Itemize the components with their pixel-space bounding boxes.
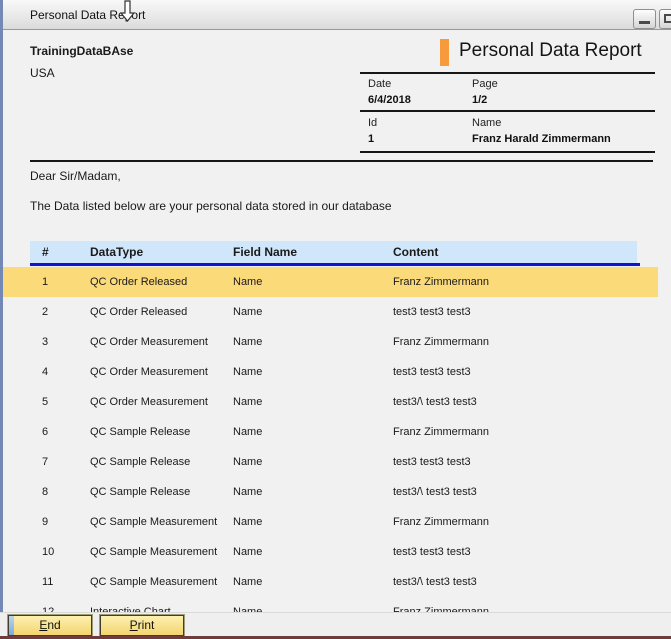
divider [360, 72, 655, 74]
cell-datatype: QC Sample Measurement [90, 537, 217, 567]
cell-fieldname: Name [233, 477, 262, 507]
cell-fieldname: Name [233, 447, 262, 477]
cell-fieldname: Name [233, 537, 262, 567]
cell-number: 3 [42, 327, 48, 357]
table-body: 1 QC Order Released Name Franz Zimmerman… [3, 267, 658, 612]
column-header-datatype: DataType [90, 245, 143, 259]
minimize-icon [639, 21, 650, 24]
print-button-label: P [130, 618, 138, 632]
cell-number: 2 [42, 297, 48, 327]
cell-content: test3/\ test3 test3 [393, 477, 477, 507]
table-row[interactable]: 8 QC Sample Release Name test3/\ test3 t… [3, 477, 658, 507]
cell-datatype: QC Order Released [90, 267, 187, 297]
table-row-selected[interactable]: 1 QC Order Released Name Franz Zimmerman… [3, 267, 658, 297]
cell-fieldname: Name [233, 387, 262, 417]
cell-datatype: QC Order Released [90, 297, 187, 327]
cell-content: test3 test3 test3 [393, 537, 471, 567]
cell-datatype: QC Sample Measurement [90, 567, 217, 597]
title-bar[interactable]: Personal Data Report [0, 0, 671, 30]
cell-number: 7 [42, 447, 48, 477]
cell-number: 5 [42, 387, 48, 417]
date-label: Date [368, 78, 391, 90]
cell-fieldname: Name [233, 597, 262, 612]
cell-fieldname: Name [233, 417, 262, 447]
cell-number: 6 [42, 417, 48, 447]
cell-content: Franz Zimmermann [393, 267, 489, 297]
salutation: Dear Sir/Madam, [30, 169, 121, 183]
cell-content: test3/\ test3 test3 [393, 567, 477, 597]
maximize-icon [664, 14, 671, 23]
minimize-button[interactable] [633, 9, 656, 29]
mouse-cursor-icon [120, 0, 136, 23]
end-button[interactable]: End [8, 615, 92, 636]
letter-body: The Data listed below are your personal … [30, 199, 392, 213]
cell-number: 9 [42, 507, 48, 537]
focus-indicator [9, 616, 14, 635]
cell-datatype: QC Sample Release [90, 477, 190, 507]
cell-datatype: QC Sample Release [90, 447, 190, 477]
table-header: # DataType Field Name Content [30, 241, 637, 263]
id-value: 1 [368, 133, 374, 145]
cell-datatype: QC Order Measurement [90, 327, 208, 357]
name-value: Franz Harald Zimmermann [472, 133, 611, 145]
page-value: 1/2 [472, 94, 487, 106]
cell-content: test3/\ test3 test3 [393, 387, 477, 417]
command-bar: End Print [0, 612, 671, 636]
table-row[interactable]: 3 QC Order Measurement Name Franz Zimmer… [3, 327, 658, 357]
cell-number: 11 [42, 567, 53, 597]
cell-fieldname: Name [233, 357, 262, 387]
column-header-number: # [42, 245, 49, 259]
cell-datatype: QC Sample Measurement [90, 507, 217, 537]
country-label: USA [30, 66, 55, 80]
cell-datatype: QC Order Measurement [90, 387, 208, 417]
table-row[interactable]: 10 QC Sample Measurement Name test3 test… [3, 537, 658, 567]
cell-fieldname: Name [233, 267, 262, 297]
cell-number: 10 [42, 537, 54, 567]
cell-content: test3 test3 test3 [393, 447, 471, 477]
table-header-underline [30, 263, 640, 266]
column-header-content: Content [393, 245, 438, 259]
cell-number: 8 [42, 477, 48, 507]
cell-fieldname: Name [233, 297, 262, 327]
cell-number: 12 [42, 597, 54, 612]
cell-datatype: QC Order Measurement [90, 357, 208, 387]
cell-fieldname: Name [233, 567, 262, 597]
cell-content: Franz Zimmermann [393, 417, 489, 447]
name-label: Name [472, 117, 501, 129]
table-row[interactable]: 2 QC Order Released Name test3 test3 tes… [3, 297, 658, 327]
cell-content: test3 test3 test3 [393, 297, 471, 327]
cell-number: 1 [42, 267, 48, 297]
company-name: TrainingDataBAse [30, 44, 133, 58]
cell-content: Franz Zimmermann [393, 597, 489, 612]
table-row[interactable]: 9 QC Sample Measurement Name Franz Zimme… [3, 507, 658, 537]
table-row[interactable]: 4 QC Order Measurement Name test3 test3 … [3, 357, 658, 387]
cell-datatype: Interactive Chart [90, 597, 171, 612]
cell-content: Franz Zimmermann [393, 507, 489, 537]
id-label: Id [368, 117, 377, 129]
cell-content: Franz Zimmermann [393, 327, 489, 357]
maximize-button[interactable] [659, 9, 671, 29]
table-row[interactable]: 5 QC Order Measurement Name test3/\ test… [3, 387, 658, 417]
cell-datatype: QC Sample Release [90, 417, 190, 447]
cell-fieldname: Name [233, 327, 262, 357]
column-header-fieldname: Field Name [233, 245, 297, 259]
divider [360, 110, 655, 112]
table-row[interactable]: 11 QC Sample Measurement Name test3/\ te… [3, 567, 658, 597]
table-row[interactable]: 6 QC Sample Release Name Franz Zimmerman… [3, 417, 658, 447]
print-button-label-rest: rint [138, 618, 155, 632]
divider [360, 151, 655, 153]
report-title: Personal Data Report [459, 40, 642, 62]
table-row[interactable]: 7 QC Sample Release Name test3 test3 tes… [3, 447, 658, 477]
date-value: 6/4/2018 [368, 94, 411, 106]
end-button-label-rest: nd [47, 618, 60, 632]
divider [30, 160, 653, 162]
table-row-clipped[interactable]: 12 Interactive Chart Name Franz Zimmerma… [3, 597, 658, 612]
cell-content: test3 test3 test3 [393, 357, 471, 387]
page-label: Page [472, 78, 498, 90]
accent-bar [440, 39, 449, 66]
cell-number: 4 [42, 357, 48, 387]
print-button[interactable]: Print [100, 615, 184, 636]
cell-fieldname: Name [233, 507, 262, 537]
